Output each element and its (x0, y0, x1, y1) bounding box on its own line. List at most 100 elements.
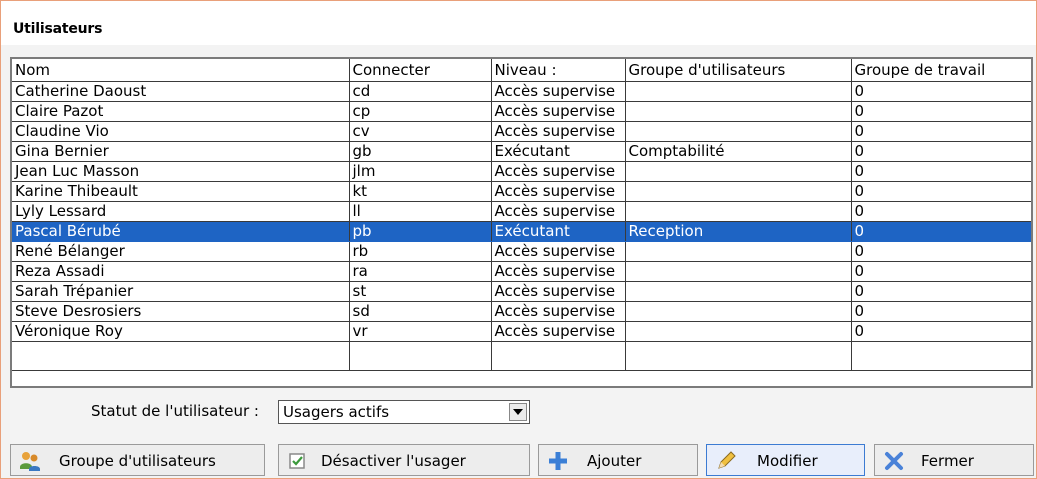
cell-level: Accès supervise (491, 161, 626, 182)
cell-login: sd (349, 301, 492, 322)
cell-level: Accès supervise (491, 121, 626, 142)
cell-empty (349, 341, 492, 371)
cell-work-group: 0 (851, 141, 1031, 162)
add-label: Ajouter (587, 452, 642, 470)
close-icon (883, 450, 905, 472)
cell-name: Jean Luc Masson (12, 161, 350, 182)
cell-work-group: 0 (851, 321, 1031, 342)
cell-name: Claire Pazot (12, 101, 350, 122)
table-row-empty[interactable] (12, 341, 1031, 371)
status-label: Statut de l'utilisateur : (91, 402, 259, 420)
cell-work-group: 0 (851, 181, 1031, 202)
table-row[interactable]: Jean Luc Masson jlm Accès supervise 0 (12, 161, 1031, 182)
users-icon (19, 450, 41, 472)
user-groups-label: Groupe d'utilisateurs (59, 452, 216, 470)
column-header-level[interactable]: Niveau : (491, 59, 626, 82)
table-row[interactable]: Sarah Trépanier st Accès supervise 0 (12, 281, 1031, 302)
column-header-work-group[interactable]: Groupe de travail (851, 59, 1031, 82)
title-bar: Utilisateurs (1, 1, 1036, 45)
table-row[interactable]: Steve Desrosiers sd Accès supervise 0 (12, 301, 1031, 322)
window-title: Utilisateurs (13, 21, 103, 37)
cell-user-group (625, 281, 852, 302)
cell-level: Accès supervise (491, 101, 626, 122)
cell-login: ra (349, 261, 492, 282)
cell-level: Accès supervise (491, 261, 626, 282)
cell-work-group: 0 (851, 241, 1031, 262)
cell-work-group: 0 (851, 221, 1031, 242)
cell-user-group (625, 81, 852, 102)
cell-name: René Bélanger (12, 241, 350, 262)
users-grid[interactable]: Nom Connecter Niveau : Groupe d'utilisat… (10, 57, 1033, 388)
table-row[interactable]: René Bélanger rb Accès supervise 0 (12, 241, 1031, 262)
table-row[interactable]: Gina Bernier gb Exécutant Comptabilité 0 (12, 141, 1031, 162)
edit-label: Modifier (757, 452, 818, 470)
checkbox-icon (287, 450, 309, 472)
cell-level: Accès supervise (491, 181, 626, 202)
cell-name: Sarah Trépanier (12, 281, 350, 302)
cell-work-group: 0 (851, 301, 1031, 322)
deactivate-user-button[interactable]: Désactiver l'usager (278, 444, 530, 476)
users-window: Utilisateurs Nom Connecter Niveau : Grou… (0, 0, 1037, 479)
table-row[interactable]: Claudine Vio cv Accès supervise 0 (12, 121, 1031, 142)
close-button[interactable]: Fermer (874, 444, 1034, 476)
close-label: Fermer (921, 452, 974, 470)
cell-login: jlm (349, 161, 492, 182)
cell-level: Accès supervise (491, 281, 626, 302)
cell-user-group (625, 121, 852, 142)
table-row[interactable]: Véronique Roy vr Accès supervise 0 (12, 321, 1031, 342)
deactivate-user-label: Désactiver l'usager (321, 452, 466, 470)
cell-level: Accès supervise (491, 321, 626, 342)
column-header-name[interactable]: Nom (12, 59, 350, 82)
table-row[interactable]: Karine Thibeault kt Accès supervise 0 (12, 181, 1031, 202)
cell-user-group (625, 161, 852, 182)
cell-login: st (349, 281, 492, 302)
add-button[interactable]: Ajouter (538, 444, 698, 476)
cell-login: cv (349, 121, 492, 142)
table-row[interactable]: Catherine Daoust cd Accès supervise 0 (12, 81, 1031, 102)
cell-name: Pascal Bérubé (12, 221, 350, 242)
edit-button[interactable]: Modifier (706, 444, 865, 476)
status-value: Usagers actifs (283, 403, 390, 421)
table-row[interactable]: Lyly Lessard ll Accès supervise 0 (12, 201, 1031, 222)
cell-name: Reza Assadi (12, 261, 350, 282)
user-groups-button[interactable]: Groupe d'utilisateurs (10, 444, 265, 476)
plus-icon (547, 450, 569, 472)
dropdown-button[interactable] (509, 403, 527, 421)
cell-user-group (625, 181, 852, 202)
cell-level: Accès supervise (491, 241, 626, 262)
chevron-down-icon (513, 409, 523, 415)
cell-level: Exécutant (491, 141, 626, 162)
cell-user-group (625, 201, 852, 222)
cell-name: Véronique Roy (12, 321, 350, 342)
cell-name: Steve Desrosiers (12, 301, 350, 322)
cell-user-group: Comptabilité (625, 141, 852, 162)
users-table: Nom Connecter Niveau : Groupe d'utilisat… (12, 59, 1031, 371)
cell-work-group: 0 (851, 161, 1031, 182)
cell-login: ll (349, 201, 492, 222)
status-select[interactable]: Usagers actifs (278, 400, 530, 424)
cell-empty (625, 341, 852, 371)
cell-work-group: 0 (851, 121, 1031, 142)
cell-name: Claudine Vio (12, 121, 350, 142)
cell-login: cp (349, 101, 492, 122)
cell-name: Catherine Daoust (12, 81, 350, 102)
cell-name: Karine Thibeault (12, 181, 350, 202)
cell-level: Exécutant (491, 221, 626, 242)
cell-level: Accès supervise (491, 301, 626, 322)
cell-login: gb (349, 141, 492, 162)
cell-login: kt (349, 181, 492, 202)
table-row[interactable]: Claire Pazot cp Accès supervise 0 (12, 101, 1031, 122)
cell-login: cd (349, 81, 492, 102)
cell-name: Gina Bernier (12, 141, 350, 162)
table-header-row: Nom Connecter Niveau : Groupe d'utilisat… (12, 59, 1031, 82)
table-row[interactable]: Pascal Bérubé pb Exécutant Reception 0 (12, 221, 1031, 242)
cell-empty (491, 341, 626, 371)
column-header-user-group[interactable]: Groupe d'utilisateurs (625, 59, 852, 82)
cell-level: Accès supervise (491, 81, 626, 102)
table-row[interactable]: Reza Assadi ra Accès supervise 0 (12, 261, 1031, 282)
cell-work-group: 0 (851, 261, 1031, 282)
column-header-login[interactable]: Connecter (349, 59, 492, 82)
cell-empty (851, 341, 1031, 371)
cell-empty (12, 341, 350, 371)
cell-user-group (625, 241, 852, 262)
